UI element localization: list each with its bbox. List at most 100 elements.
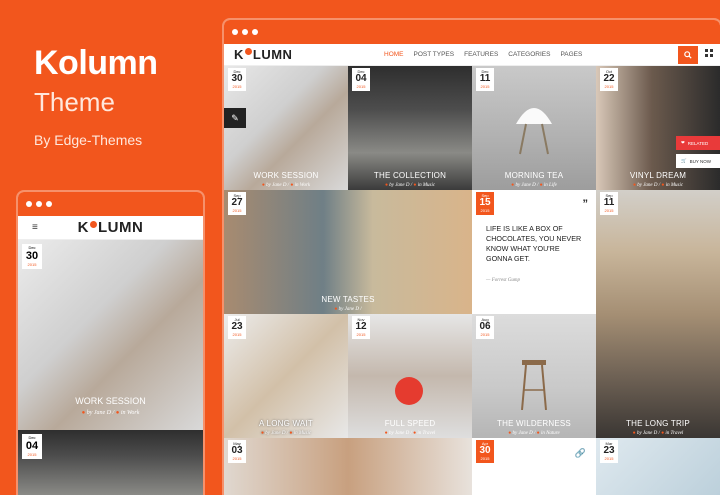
post-author[interactable]: by Jane D / (265, 431, 288, 436)
post-title[interactable]: THE LONG TRIP (596, 419, 720, 428)
date-day: 22 (603, 73, 615, 84)
nav-item-home[interactable]: HOME (384, 51, 404, 58)
post-author[interactable]: by Jane D / (515, 183, 538, 188)
date-badge: Jul 23 2015 (228, 316, 246, 339)
menu-button[interactable] (705, 49, 714, 59)
search-button[interactable] (678, 46, 698, 64)
hamburger-icon[interactable]: ≡ (32, 222, 38, 233)
post-title[interactable]: WORK SESSION (224, 171, 348, 180)
post-meta: ● by Jane D / ● in Work (224, 183, 348, 188)
date-year: 2015 (604, 84, 614, 89)
post-title[interactable]: FULL SPEED (348, 419, 472, 428)
post-category[interactable]: in Music (418, 183, 435, 188)
date-day: 11 (479, 73, 491, 84)
related-label: RELATED (687, 140, 709, 146)
post-author[interactable]: by Jane D / (339, 307, 362, 312)
post-tile[interactable]: Mar 23 2015 (596, 438, 720, 495)
post-author[interactable]: by Jane D / (512, 431, 535, 436)
pencil-icon[interactable]: ✎ (224, 108, 246, 128)
date-year: 2015 (604, 456, 614, 461)
post-tile[interactable]: Sep 11 2015 (596, 190, 720, 314)
date-year: 2015 (232, 332, 242, 337)
main-nav: HOME POST TYPES FEATURES CATEGORIES PAGE… (384, 51, 582, 58)
user-icon: ● (81, 410, 86, 416)
folder-icon: ● (115, 410, 120, 416)
date-day: 11 (603, 197, 615, 208)
date-year: 2015 (232, 456, 242, 461)
date-day: 23 (603, 445, 615, 456)
post-category[interactable]: in Work (295, 183, 311, 188)
related-tag[interactable]: ❤ RELATED (676, 136, 720, 150)
post-meta: ● by Jane D / ● in Work (18, 410, 203, 416)
post-category[interactable]: in Music (294, 431, 311, 436)
post-title[interactable]: THE COLLECTION (348, 171, 472, 180)
date-year: 2015 (480, 208, 490, 213)
buy-now-label: BUY NOW (689, 158, 712, 164)
post-tile[interactable]: Dec 04 2015 THE COLLECTION ● by Jane D / ●… (348, 66, 472, 190)
user-icon: ● (508, 431, 512, 436)
post-tile[interactable]: Nov 12 2015 FULL SPEED ● by Jane D / ● in … (348, 314, 472, 438)
post-meta: ● by Jane D / ● in Music (348, 183, 472, 188)
brand-byline: By Edge-Themes (34, 132, 143, 148)
quote-tile[interactable]: Sep 15 2015 ” LIFE IS LIKE A BOX OF CHOCOL… (472, 190, 596, 314)
post-tile[interactable]: Oct 22 2015 ❤ RELATED 🛒 BUY NOW VINYL DREAM … (596, 66, 720, 190)
post-author[interactable]: by Jane D / (389, 183, 412, 188)
stool-illustration (521, 360, 547, 410)
nav-item-pages[interactable]: PAGES (560, 51, 582, 58)
user-icon: ● (632, 183, 636, 188)
post-title[interactable]: VINYL DREAM (596, 171, 720, 180)
mobile-header: ≡ K LUMN (18, 216, 203, 240)
post-title[interactable]: A LONG WAIT (224, 419, 348, 428)
date-day: 30 (479, 445, 491, 456)
post-title[interactable]: WORK SESSION (18, 396, 203, 406)
post-tile[interactable]: Jul 23 2015 A LONG WAIT ● by Jane D / ● in… (224, 314, 348, 438)
post-tile[interactable]: THE LONG TRIP ● by Jane D / ● in Travel (596, 314, 720, 438)
user-icon: ● (384, 183, 388, 188)
date-badge: Sep 11 2015 (600, 192, 618, 215)
post-category[interactable]: in Life (544, 183, 557, 188)
site-header: K LUMN HOME POST TYPES FEATURES CATEGORI… (224, 44, 720, 66)
post-author[interactable]: by Jane D / (87, 410, 115, 416)
post-category[interactable]: in Nature (541, 431, 560, 436)
logo-text-pre: K (77, 219, 89, 236)
post-tile[interactable]: Aug 06 2015 THE WILDERNESS ● by Jane D / ●… (472, 314, 596, 438)
post-meta: ● by Jane D / ● in Travel (348, 431, 472, 436)
post-tile[interactable]: Dec 11 2015 MORNING TEA ● by Jane D / ● in… (472, 66, 596, 190)
post-title[interactable]: NEW TASTES (224, 295, 472, 304)
date-year: 2015 (480, 456, 490, 461)
post-title[interactable]: THE WILDERNESS (472, 419, 596, 428)
site-logo[interactable]: K LUMN (224, 47, 292, 62)
post-tile[interactable]: Apr 30 2015 🔗 (472, 438, 596, 495)
folder-icon: ● (413, 431, 417, 436)
date-year: 2015 (480, 84, 490, 89)
mobile-logo[interactable]: K LUMN (78, 219, 144, 236)
mobile-post-tile[interactable]: Dec 04 2015 (18, 430, 203, 495)
date-badge: Dec 30 2015 (228, 68, 246, 91)
folder-icon: ● (413, 183, 417, 188)
post-author[interactable]: by Jane D / (389, 431, 412, 436)
post-category[interactable]: in Travel (417, 431, 435, 436)
nav-item-features[interactable]: FEATURES (464, 51, 498, 58)
buy-now-tag[interactable]: 🛒 BUY NOW (676, 154, 720, 168)
post-tile[interactable]: Sep 27 2015 NEW TASTES ● by Jane D / (224, 190, 472, 314)
post-author[interactable]: by Jane D / (637, 183, 660, 188)
post-title[interactable]: MORNING TEA (472, 171, 596, 180)
mobile-post-tile[interactable]: Dec 30 2015 WORK SESSION ● by Jane D / ● i… (18, 240, 203, 430)
window-dot (46, 201, 52, 207)
post-tile[interactable]: May 03 2015 (224, 438, 472, 495)
nav-item-categories[interactable]: CATEGORIES (508, 51, 550, 58)
mobile-browser-frame: ≡ K LUMN Dec 30 2015 WORK SESSION ● by Jan… (18, 192, 203, 495)
post-category[interactable]: in Music (666, 183, 683, 188)
post-tile[interactable]: Dec 30 2015 ✎ WORK SESSION ● by Jane D / ●… (224, 66, 348, 190)
post-category[interactable]: in Travel (665, 431, 683, 436)
date-badge: Nov 12 2015 (352, 316, 370, 339)
date-badge: Dec 04 2015 (352, 68, 370, 91)
post-author[interactable]: by Jane D / (637, 431, 660, 436)
search-icon (684, 51, 692, 59)
post-author[interactable]: by Jane D / (266, 183, 289, 188)
nav-item-post-types[interactable]: POST TYPES (414, 51, 455, 58)
date-year: 2015 (27, 452, 37, 457)
browser-bar (18, 192, 203, 216)
brand-title: Kolumn (34, 44, 158, 82)
post-category[interactable]: in Work (121, 410, 140, 416)
